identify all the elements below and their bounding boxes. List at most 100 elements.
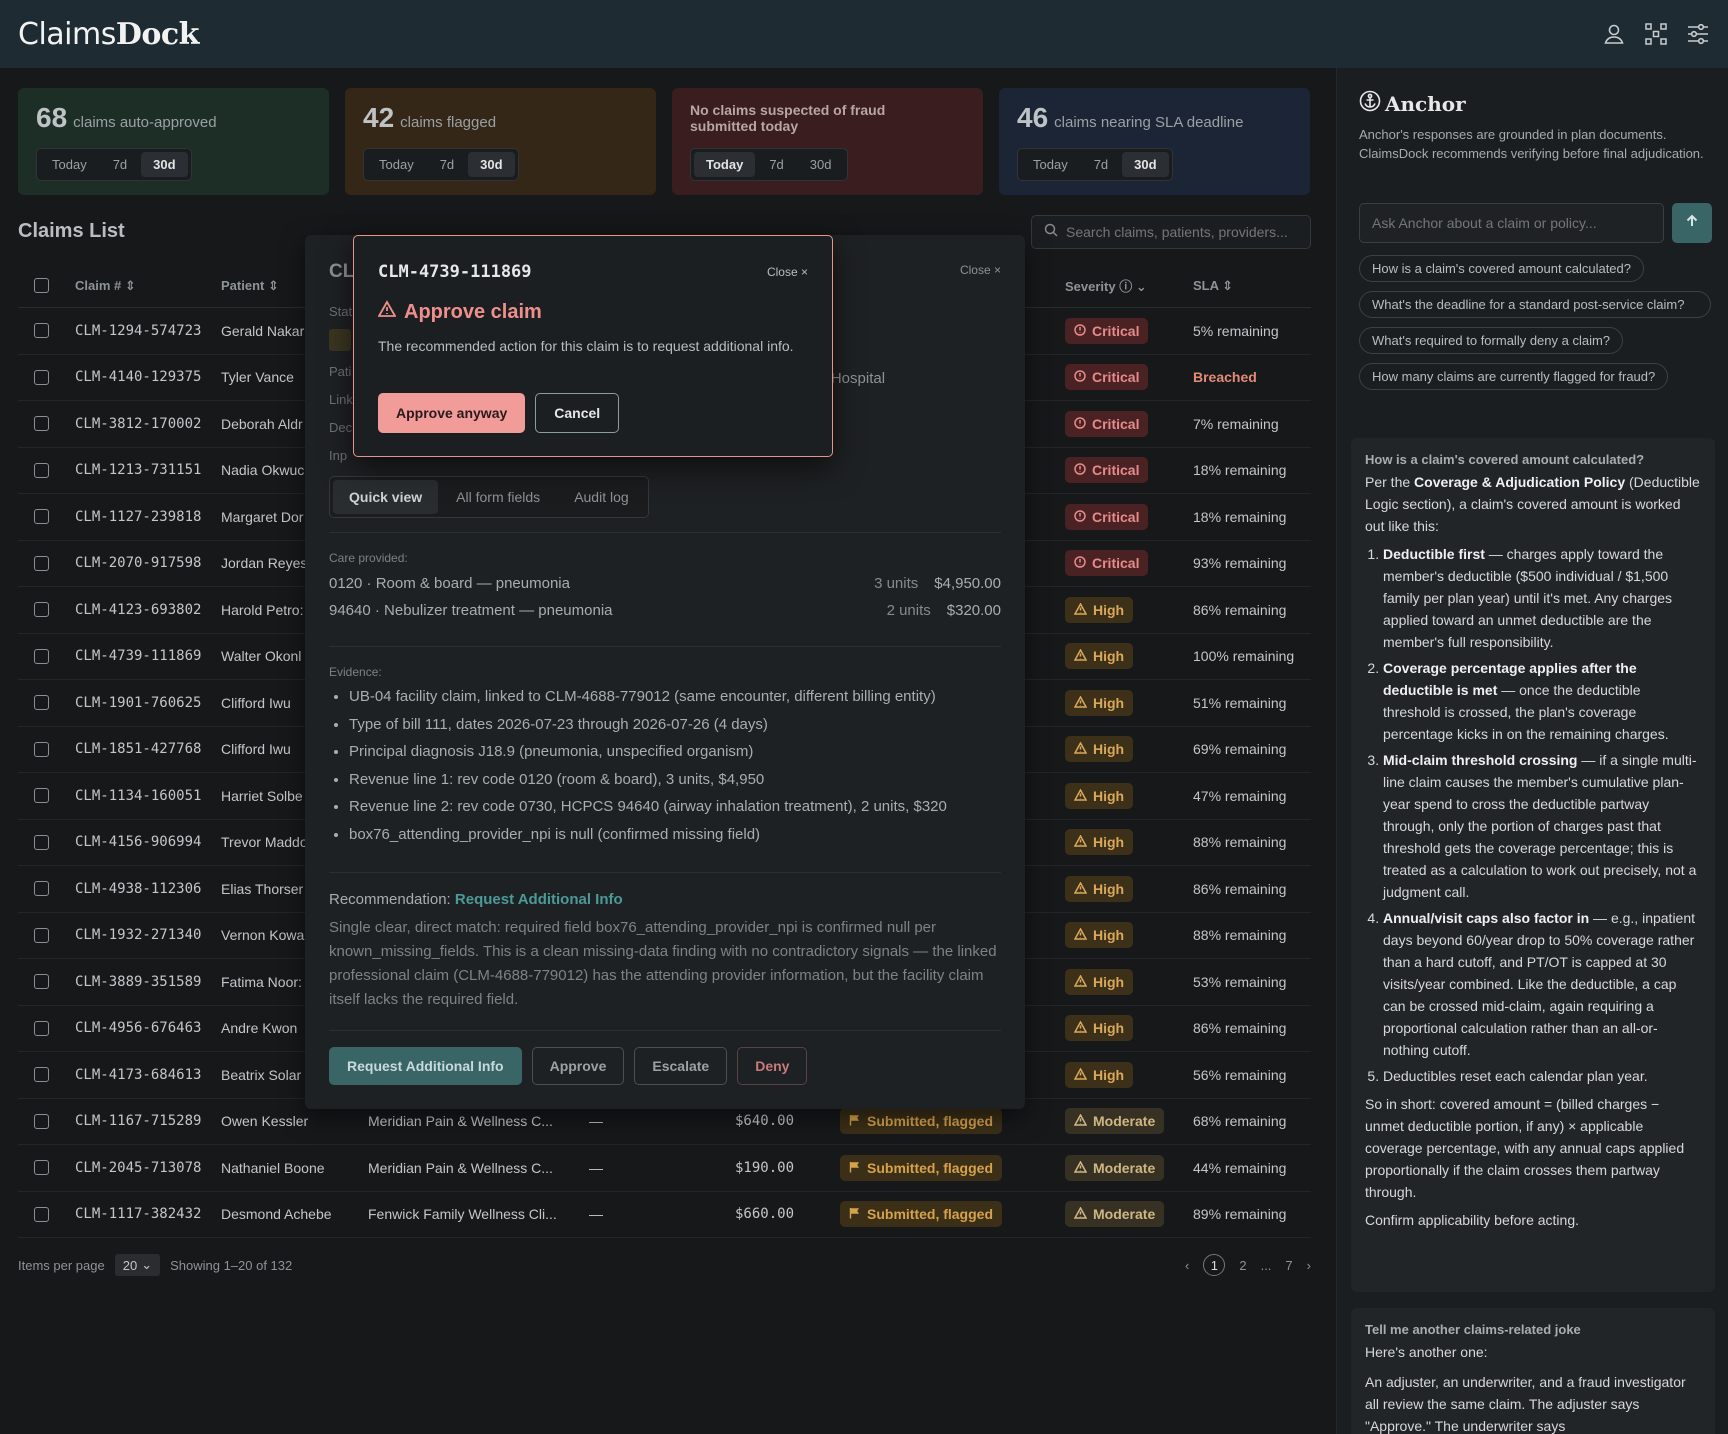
period-30d[interactable]: 30d	[1122, 152, 1169, 177]
deny-button[interactable]: Deny	[737, 1047, 808, 1085]
tab-quick-view[interactable]: Quick view	[333, 480, 439, 514]
chevron-down-icon: ⌄	[1135, 279, 1147, 294]
claim-id[interactable]: CLM-1167-715289	[75, 1113, 201, 1129]
row-checkbox[interactable]	[34, 974, 49, 990]
anchor-question-input[interactable]	[1359, 203, 1664, 243]
claim-id[interactable]: CLM-4739-111869	[75, 648, 201, 664]
page-1[interactable]: 1	[1203, 1254, 1226, 1276]
claim-id[interactable]: CLM-1213-731151	[75, 462, 201, 478]
period-today[interactable]: Today	[367, 152, 426, 177]
claim-id[interactable]: CLM-4956-676463	[75, 1020, 201, 1036]
user-icon[interactable]	[1602, 22, 1626, 46]
prev-page-icon[interactable]: ‹	[1185, 1258, 1189, 1273]
period-7d[interactable]: 7d	[757, 152, 795, 177]
period-today[interactable]: Today	[694, 152, 756, 177]
period-7d[interactable]: 7d	[1082, 152, 1120, 177]
claim-id[interactable]: CLM-2070-917598	[75, 555, 201, 571]
period-30d[interactable]: 30d	[141, 152, 188, 177]
period-30d[interactable]: 30d	[468, 152, 515, 177]
col-claim[interactable]: Claim # ⇕	[75, 278, 136, 294]
row-checkbox[interactable]	[34, 602, 49, 618]
row-checkbox[interactable]	[34, 1113, 49, 1129]
period-7d[interactable]: 7d	[101, 152, 139, 177]
row-checkbox[interactable]	[34, 416, 49, 432]
claim-id[interactable]: CLM-1901-760625	[75, 695, 201, 711]
row-checkbox[interactable]	[34, 927, 49, 943]
col-severity[interactable]: Severity ⓘ ⌄	[1065, 276, 1147, 295]
answer-question: How is a claim's covered amount calculat…	[1365, 452, 1645, 467]
page-7[interactable]: 7	[1285, 1258, 1292, 1273]
row-checkbox[interactable]	[34, 834, 49, 850]
settings-sliders-icon[interactable]	[1686, 22, 1710, 46]
approve-button[interactable]: Approve	[531, 1047, 625, 1085]
col-sla[interactable]: SLA ⇕	[1193, 278, 1233, 294]
suggestion-chip[interactable]: What's the deadline for a standard post-…	[1359, 291, 1711, 318]
row-checkbox[interactable]	[34, 648, 49, 664]
app-logo[interactable]: ClaimsDock	[18, 17, 199, 52]
drawer-close-button[interactable]: Close ×	[960, 263, 1001, 277]
suggestion-chip[interactable]: How many claims are currently flagged fo…	[1359, 363, 1669, 390]
suggestion-chip[interactable]: What's required to formally deny a claim…	[1359, 327, 1624, 354]
warning-icon	[377, 300, 397, 324]
sla-value: 69% remaining	[1193, 741, 1287, 758]
claim-id[interactable]: CLM-1932-271340	[75, 927, 201, 943]
escalate-button[interactable]: Escalate	[634, 1047, 728, 1085]
anchor-answer: Tell me another claims-related joke Here…	[1351, 1308, 1715, 1434]
row-checkbox[interactable]	[34, 1067, 49, 1083]
claim-id[interactable]: CLM-1117-382432	[75, 1206, 201, 1222]
table-row[interactable]: CLM-1117-382432 Desmond Achebe Fenwick Fam…	[18, 1192, 1311, 1238]
claim-id[interactable]: CLM-1851-427768	[75, 741, 201, 757]
info-icon: ⓘ	[1119, 279, 1133, 294]
sla-value: 93% remaining	[1193, 555, 1287, 572]
send-button[interactable]	[1672, 203, 1712, 243]
severity-badge: High	[1065, 829, 1134, 856]
sla-value: Breached	[1193, 369, 1257, 386]
row-checkbox[interactable]	[34, 695, 49, 711]
suggestion-chip[interactable]: How is a claim's covered amount calculat…	[1359, 255, 1644, 282]
row-checkbox[interactable]	[34, 881, 49, 897]
claim-id[interactable]: CLM-1294-574723	[75, 323, 201, 339]
claim-id[interactable]: CLM-1134-160051	[75, 788, 201, 804]
period-today[interactable]: Today	[1021, 152, 1080, 177]
row-checkbox[interactable]	[34, 555, 49, 571]
tab-audit-log[interactable]: Audit log	[558, 480, 644, 514]
tab-all-form-fields[interactable]: All form fields	[440, 480, 556, 514]
cancel-button[interactable]: Cancel	[535, 393, 620, 433]
col-patient[interactable]: Patient ⇕	[221, 278, 279, 294]
request-info-button[interactable]: Request Additional Info	[329, 1047, 522, 1085]
claim-id[interactable]: CLM-4156-906994	[75, 834, 201, 850]
claim-id[interactable]: CLM-3812-170002	[75, 416, 201, 432]
stat-card-sla: 46 claims nearing SLA deadline Today 7d 3…	[999, 88, 1310, 195]
table-row[interactable]: CLM-2045-713078 Nathaniel Boone Meridian P…	[18, 1145, 1311, 1192]
claim-id[interactable]: CLM-4173-684613	[75, 1067, 201, 1083]
dialog-close-button[interactable]: Close ×	[767, 265, 808, 279]
row-checkbox[interactable]	[34, 1206, 49, 1222]
period-today[interactable]: Today	[40, 152, 99, 177]
claims-search[interactable]	[1031, 215, 1311, 249]
next-page-icon[interactable]: ›	[1307, 1258, 1311, 1273]
row-checkbox[interactable]	[34, 1020, 49, 1036]
page-2[interactable]: 2	[1239, 1258, 1246, 1273]
care-line: 94640 · Nebulizer treatment — pneumonia 2…	[329, 602, 1001, 619]
claim-id[interactable]: CLM-4123-693802	[75, 602, 201, 618]
row-checkbox[interactable]	[34, 369, 49, 385]
claim-id[interactable]: CLM-3889-351589	[75, 974, 201, 990]
row-checkbox[interactable]	[34, 741, 49, 757]
sla-value: 51% remaining	[1193, 694, 1287, 711]
row-checkbox[interactable]	[34, 1160, 49, 1176]
period-30d[interactable]: 30d	[798, 152, 844, 177]
row-checkbox[interactable]	[34, 509, 49, 525]
row-checkbox[interactable]	[34, 788, 49, 804]
select-all-checkbox[interactable]	[34, 278, 49, 293]
search-input[interactable]	[1066, 224, 1306, 240]
claim-id[interactable]: CLM-4938-112306	[75, 881, 201, 897]
claim-id[interactable]: CLM-2045-713078	[75, 1160, 201, 1176]
claim-id[interactable]: CLM-1127-239818	[75, 509, 201, 525]
row-checkbox[interactable]	[34, 323, 49, 339]
per-page-select[interactable]: 20 ⌄	[114, 1254, 161, 1276]
row-checkbox[interactable]	[34, 462, 49, 478]
period-7d[interactable]: 7d	[428, 152, 466, 177]
scan-icon[interactable]	[1644, 22, 1668, 46]
approve-anyway-button[interactable]: Approve anyway	[378, 393, 526, 433]
claim-id[interactable]: CLM-4140-129375	[75, 369, 201, 385]
